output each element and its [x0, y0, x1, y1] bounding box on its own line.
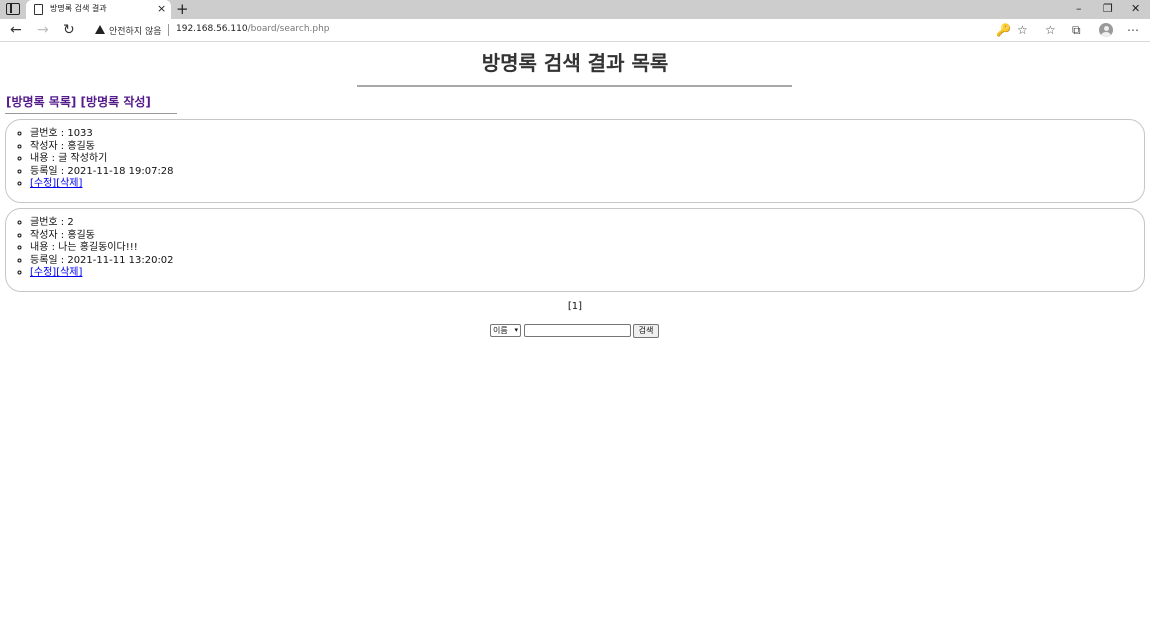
post-details: 글번호 : 1033 작성자 : 홍길동 내용 : 글 작성하기 등록일 : 2… — [30, 128, 174, 191]
search-button[interactable]: 검색 — [633, 324, 659, 338]
post-date: 등록일 : 2021-11-11 13:20:02 — [30, 255, 174, 268]
search-field-value: 이름 — [493, 326, 508, 335]
page-title: 방명록 검색 결과 목록 — [481, 51, 669, 75]
minimize-button[interactable]: – — [1076, 2, 1082, 16]
page-icon — [34, 4, 43, 15]
security-warning[interactable]: 안전하지 않음 — [109, 24, 162, 37]
post-author: 작성자 : 홍길동 — [30, 141, 174, 154]
nav-divider — [5, 113, 177, 114]
page-link-1[interactable]: [1] — [568, 301, 582, 312]
favorites-icon[interactable]: ☆ — [1045, 23, 1056, 37]
delete-link[interactable]: [삭제] — [56, 267, 82, 278]
profile-icon[interactable] — [1099, 23, 1113, 37]
title-divider — [357, 85, 792, 87]
post-card: 글번호 : 1033 작성자 : 홍길동 내용 : 글 작성하기 등록일 : 2… — [5, 119, 1145, 203]
warning-icon[interactable] — [95, 25, 105, 34]
browser-toolbar: ← → ↻ 안전하지 않음 192.168.56.110/board/searc… — [0, 19, 1150, 42]
url-path: /board/search.php — [247, 24, 330, 34]
post-number: 글번호 : 2 — [30, 217, 174, 230]
search-field-select[interactable]: 이름 ▾ — [490, 324, 521, 337]
post-content: 내용 : 나는 홍길동이다!!! — [30, 242, 174, 255]
tab-actions-icon[interactable] — [6, 3, 20, 15]
delete-link[interactable]: [삭제] — [56, 178, 82, 189]
post-number: 글번호 : 1033 — [30, 128, 174, 141]
address-bar[interactable]: 192.168.56.110/board/search.php — [176, 24, 330, 34]
back-button[interactable]: ← — [10, 22, 22, 38]
collections-icon[interactable]: ⧉ — [1072, 23, 1081, 37]
post-date: 등록일 : 2021-11-18 19:07:28 — [30, 166, 174, 179]
post-actions: [수정][삭제] — [30, 178, 174, 191]
post-details: 글번호 : 2 작성자 : 홍길동 내용 : 나는 홍길동이다!!! 등록일 :… — [30, 217, 174, 280]
tab-close-button[interactable]: × — [157, 2, 166, 16]
tab-bar: 방명록 검색 결과 × + – ❐ ✕ — [0, 0, 1150, 19]
pagination: [1] — [0, 301, 1150, 312]
search-input[interactable] — [524, 324, 631, 337]
post-author: 작성자 : 홍길동 — [30, 230, 174, 243]
refresh-button[interactable]: ↻ — [63, 22, 75, 38]
maximize-button[interactable]: ❐ — [1103, 2, 1113, 16]
forward-button[interactable]: → — [37, 22, 49, 38]
close-window-button[interactable]: ✕ — [1131, 2, 1140, 16]
edit-link[interactable]: [수정] — [30, 178, 56, 189]
page-content: 방명록 검색 결과 목록 [방명록 목록] [방명록 작성] 글번호 : 103… — [0, 43, 1150, 623]
search-form: 이름 ▾ 검색 — [490, 324, 670, 338]
edit-link[interactable]: [수정] — [30, 267, 56, 278]
post-actions: [수정][삭제] — [30, 267, 174, 280]
post-content: 내용 : 글 작성하기 — [30, 153, 174, 166]
url-host: 192.168.56.110 — [176, 24, 248, 34]
more-icon[interactable]: ⋯ — [1127, 23, 1139, 37]
new-tab-button[interactable]: + — [176, 0, 189, 18]
browser-tab[interactable]: 방명록 검색 결과 × — [26, 0, 171, 19]
guestbook-write-link[interactable]: [방명록 작성] — [81, 95, 151, 109]
guestbook-list-link[interactable]: [방명록 목록] — [6, 95, 76, 109]
read-aloud-icon[interactable]: 🔑 — [996, 23, 1011, 37]
chevron-down-icon: ▾ — [514, 326, 518, 334]
favorite-add-icon[interactable]: ☆ — [1017, 23, 1028, 37]
post-card: 글번호 : 2 작성자 : 홍길동 내용 : 나는 홍길동이다!!! 등록일 :… — [5, 208, 1145, 292]
board-nav: [방명록 목록] [방명록 작성] — [6, 93, 151, 110]
address-separator — [168, 24, 169, 36]
tab-title: 방명록 검색 결과 — [50, 4, 107, 13]
